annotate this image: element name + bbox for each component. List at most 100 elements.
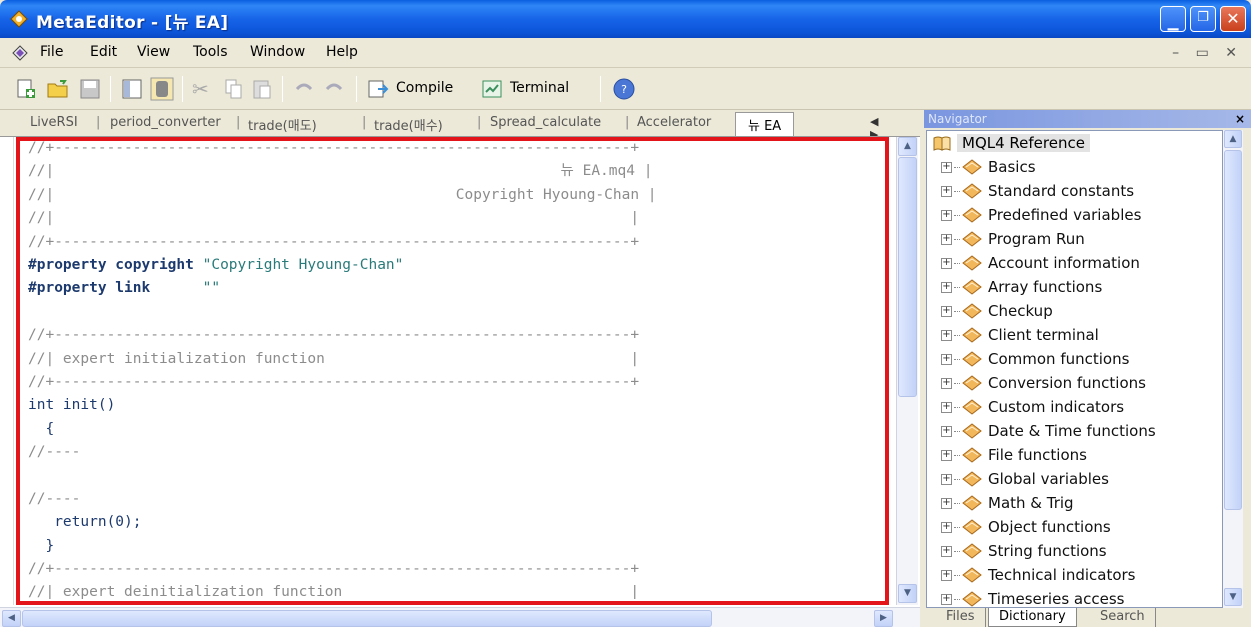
code-line[interactable]: //| expert initialization function | — [28, 348, 898, 371]
expand-icon[interactable]: + — [941, 521, 952, 533]
tree-item[interactable]: + Object functions — [941, 515, 1111, 539]
expand-icon[interactable]: + — [941, 377, 952, 389]
maximize-button[interactable]: ❐ — [1190, 6, 1216, 32]
nav-scroll-down-icon[interactable]: ▼ — [1224, 588, 1242, 606]
tree-item[interactable]: + Math & Trig — [941, 491, 1074, 515]
tree-item[interactable]: + Common functions — [941, 347, 1129, 371]
tab-liversi[interactable]: LiveRSI — [30, 115, 78, 130]
nav-tab-search[interactable]: Search — [1090, 608, 1156, 627]
redo-icon[interactable] — [322, 77, 346, 101]
expand-icon[interactable]: + — [941, 473, 952, 485]
expand-icon[interactable]: + — [941, 329, 952, 341]
menu-tools[interactable]: Tools — [193, 44, 228, 60]
minimize-button[interactable]: ▁ — [1160, 6, 1186, 32]
expand-icon[interactable]: + — [941, 545, 952, 557]
tree-item[interactable]: + Checkup — [941, 299, 1053, 323]
tab-trade-sell[interactable]: trade(매도) — [248, 115, 317, 134]
tree-item[interactable]: + Predefined variables — [941, 203, 1141, 227]
code-line[interactable]: } — [28, 535, 898, 558]
paste-icon[interactable] — [250, 77, 274, 101]
tree-item[interactable]: + Standard constants — [941, 179, 1134, 203]
code-line[interactable] — [28, 301, 898, 324]
help-icon[interactable]: ? — [612, 77, 636, 101]
expand-icon[interactable]: + — [941, 185, 952, 197]
navigator-toggle-icon[interactable] — [120, 77, 144, 101]
scroll-up-icon[interactable]: ▲ — [898, 137, 917, 156]
code-text[interactable]: //+-------------------------------------… — [28, 137, 898, 599]
menu-edit[interactable]: Edit — [90, 44, 117, 60]
terminal-button[interactable]: Terminal — [478, 74, 596, 104]
tree-item[interactable]: + Client terminal — [941, 323, 1099, 347]
tree-item[interactable]: + Program Run — [941, 227, 1085, 251]
code-line[interactable]: { — [28, 418, 898, 441]
tree-item[interactable]: + Timeseries access — [941, 587, 1124, 607]
tree-item[interactable]: + Custom indicators — [941, 395, 1124, 419]
code-line[interactable]: //+-------------------------------------… — [28, 371, 898, 394]
scroll-down-icon[interactable]: ▼ — [898, 584, 917, 603]
nav-tab-files[interactable]: Files — [936, 608, 986, 627]
code-line[interactable]: return(0); — [28, 511, 898, 534]
expand-icon[interactable]: + — [941, 593, 952, 605]
editor-vertical-scrollbar[interactable]: ▲ ▼ — [896, 137, 918, 605]
tree-item[interactable]: + String functions — [941, 539, 1107, 563]
navigator-scrollbar[interactable]: ▲ ▼ — [1223, 130, 1243, 608]
expand-icon[interactable]: + — [941, 257, 952, 269]
code-editor[interactable]: //+-------------------------------------… — [0, 136, 920, 627]
tab-spread-calculate[interactable]: Spread_calculate — [490, 115, 601, 130]
expand-icon[interactable]: + — [941, 161, 952, 173]
nav-tab-dictionary[interactable]: Dictionary — [988, 608, 1077, 627]
code-line[interactable]: //+-------------------------------------… — [28, 231, 898, 254]
open-folder-icon[interactable] — [46, 77, 70, 101]
compile-button[interactable]: Compile — [364, 74, 472, 104]
code-line[interactable]: //+-------------------------------------… — [28, 324, 898, 347]
tree-item[interactable]: + Conversion functions — [941, 371, 1146, 395]
tab-trade-buy[interactable]: trade(매수) — [374, 115, 443, 134]
tree-item[interactable]: + Basics — [941, 155, 1036, 179]
tab-accelerator[interactable]: Accelerator — [637, 115, 711, 130]
code-line[interactable]: //| expert deinitialization function | — [28, 581, 898, 599]
expand-icon[interactable]: + — [941, 497, 952, 509]
expand-icon[interactable]: + — [941, 353, 952, 365]
expand-icon[interactable]: + — [941, 233, 952, 245]
tab-period-converter[interactable]: period_converter — [110, 115, 221, 130]
undo-icon[interactable] — [292, 77, 316, 101]
code-line[interactable]: //+-------------------------------------… — [28, 558, 898, 581]
tree-item[interactable]: + Global variables — [941, 467, 1109, 491]
tree-item[interactable]: + Array functions — [941, 275, 1102, 299]
menu-file[interactable]: File — [40, 44, 63, 60]
expand-icon[interactable]: + — [941, 569, 952, 581]
close-button[interactable]: ✕ — [1220, 6, 1246, 32]
code-line[interactable]: //| 뉴 EA.mq4 | — [28, 160, 898, 183]
menu-view[interactable]: View — [137, 44, 170, 60]
expand-icon[interactable]: + — [941, 209, 952, 221]
expand-icon[interactable]: + — [941, 449, 952, 461]
new-file-icon[interactable] — [14, 77, 38, 101]
mdi-window-controls[interactable]: – ▭ ✕ — [1172, 45, 1243, 61]
scroll-right-icon[interactable]: ▶ — [874, 610, 893, 627]
tab-active-ea[interactable]: 뉴 EA — [735, 112, 795, 136]
nav-scroll-thumb[interactable] — [1224, 150, 1242, 510]
editor-hscroll-thumb[interactable] — [22, 610, 712, 627]
code-line[interactable]: #property link "" — [28, 277, 898, 300]
scroll-left-icon[interactable]: ◀ — [2, 610, 21, 627]
editor-horizontal-scrollbar[interactable]: ◀ ▶ — [0, 607, 920, 627]
tree-root-mql4-reference[interactable]: MQL4 Reference — [933, 132, 1090, 154]
code-line[interactable]: //+-------------------------------------… — [28, 137, 898, 160]
tree-item[interactable]: + Account information — [941, 251, 1140, 275]
code-line[interactable]: //| | — [28, 207, 898, 230]
code-line[interactable]: //---- — [28, 441, 898, 464]
expand-icon[interactable]: + — [941, 281, 952, 293]
code-line[interactable] — [28, 464, 898, 487]
copy-icon[interactable] — [222, 77, 246, 101]
cut-icon[interactable]: ✂ — [192, 77, 216, 101]
code-line[interactable]: //| Copyright Hyoung-Chan | — [28, 184, 898, 207]
code-line[interactable]: int init() — [28, 394, 898, 417]
save-icon[interactable] — [78, 77, 102, 101]
menu-window[interactable]: Window — [250, 44, 305, 60]
code-line[interactable]: //---- — [28, 488, 898, 511]
expand-icon[interactable]: + — [941, 401, 952, 413]
code-line[interactable]: #property copyright "Copyright Hyoung-Ch… — [28, 254, 898, 277]
toolbox-toggle-icon[interactable] — [150, 77, 174, 101]
tree-item[interactable]: + Date & Time functions — [941, 419, 1156, 443]
document-icon[interactable] — [12, 45, 28, 61]
